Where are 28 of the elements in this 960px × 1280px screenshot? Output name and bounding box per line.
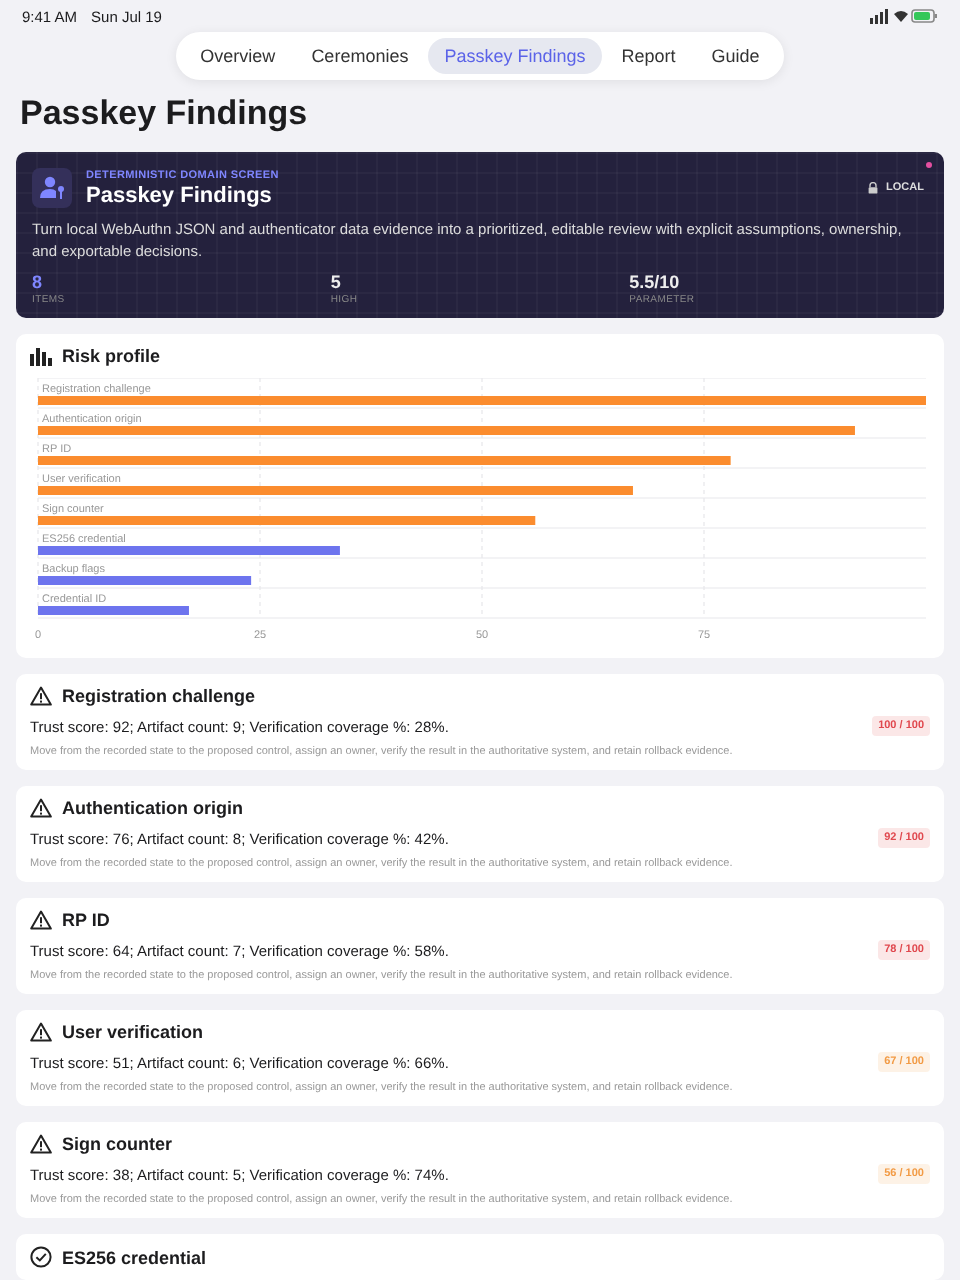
page-title: Passkey Findings <box>20 94 310 134</box>
stat-value: 8 <box>32 272 45 292</box>
hero-title: Passkey Findings <box>86 183 274 207</box>
warning-icon <box>30 1134 52 1154</box>
stat-value: 5 <box>330 272 343 292</box>
check-circle-icon <box>30 1246 52 1268</box>
finding-title: User verification <box>62 1022 204 1042</box>
finding-title: ES256 credential <box>62 1247 207 1267</box>
bar-chart-icon <box>30 347 52 365</box>
warning-icon <box>30 1022 52 1042</box>
finding-title: Sign counter <box>62 1134 173 1154</box>
finding-title: Registration challenge <box>62 686 256 706</box>
tab[interactable]: Guide <box>695 38 776 74</box>
warning-icon <box>30 798 52 818</box>
indicator-dot <box>926 162 932 168</box>
lock-icon <box>868 182 879 194</box>
stat-value: 5.5/10 <box>629 272 682 292</box>
risk-profile-title: Risk profile <box>62 346 161 366</box>
person-key-icon <box>32 168 72 208</box>
tab[interactable]: Report <box>605 38 692 74</box>
warning-icon <box>30 686 52 706</box>
tab[interactable]: Passkey Findings <box>428 38 602 74</box>
tab[interactable]: Overview <box>184 38 292 74</box>
tab[interactable]: Ceremonies <box>295 38 425 74</box>
warning-icon <box>30 910 52 930</box>
finding-title: RP ID <box>62 910 110 930</box>
status-icons-drawing <box>870 8 938 24</box>
finding-title: Authentication origin <box>62 798 243 818</box>
